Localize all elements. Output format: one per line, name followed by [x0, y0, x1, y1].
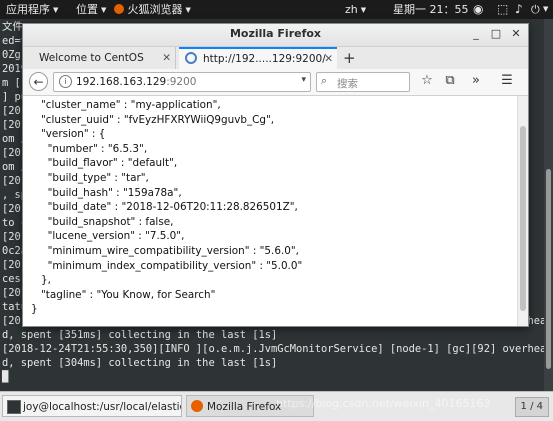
- hamburger-menu-icon[interactable]: ☰: [498, 73, 516, 88]
- url-port: :9200: [166, 76, 197, 88]
- terminal-icon: [7, 400, 21, 414]
- terminal-line: d, spent [304ms] collecting in the last …: [2, 357, 278, 369]
- tab-strip: Welcome to CentOS ✕ http://192.....129:9…: [23, 47, 528, 69]
- power-icon[interactable]: ⏻: [531, 0, 540, 19]
- minimize-icon[interactable]: _: [468, 27, 484, 40]
- clock[interactable]: 星期一 21：55: [393, 0, 469, 19]
- places-menu[interactable]: 位置 ▼: [76, 0, 106, 21]
- dropdown-arrow-icon: ▼: [101, 6, 107, 14]
- firefox-window: Mozilla Firefox _ □ ✕ Welcome to CentOS …: [22, 23, 529, 327]
- places-label: 位置: [76, 3, 98, 16]
- json-line: },: [41, 274, 51, 287]
- terminal-line: █: [2, 371, 9, 383]
- window-title: Mozilla Firefox: [229, 27, 322, 40]
- applications-label: 应用程序: [6, 3, 50, 16]
- watermark: https://blog.csdn.net/weixin_40165163: [276, 397, 491, 410]
- system-menu-arrow-icon[interactable]: ▼: [543, 0, 548, 19]
- page-scrollbar[interactable]: [517, 96, 528, 326]
- search-placeholder: 搜索: [337, 78, 358, 90]
- info-icon[interactable]: i: [59, 75, 72, 88]
- json-response-view: "cluster_name" : "my-application", "clust…: [23, 96, 518, 326]
- library-icon[interactable]: ⧉: [441, 73, 459, 88]
- search-input[interactable]: ⌕ 搜索: [316, 72, 410, 92]
- volume-icon[interactable]: ♪: [515, 0, 523, 19]
- json-line: "build_hash" : "159a78a",: [41, 186, 182, 199]
- json-line: "lucene_version" : "7.5.0",: [41, 230, 185, 243]
- tab-close-icon[interactable]: ✕: [162, 47, 171, 69]
- json-line: "tagline" : "You Know, for Search": [41, 288, 216, 301]
- applications-menu[interactable]: 应用程序 ▼: [6, 0, 58, 21]
- url-bar[interactable]: i 192.168.163.129:9200 ▾: [53, 72, 311, 92]
- navigation-toolbar: ← i 192.168.163.129:9200 ▾ ⌕ 搜索 ☆ ⧉ » ☰: [23, 69, 528, 96]
- dropdown-arrow-icon: ▼: [53, 6, 59, 14]
- overflow-menu-icon[interactable]: »: [467, 73, 485, 88]
- firefox-icon: [114, 4, 124, 14]
- task-label: joy@localhost:/usr/local/elasticsear...: [23, 401, 181, 413]
- url-text: 192.168.163.129:9200: [76, 76, 196, 88]
- bookmark-star-icon[interactable]: ☆: [418, 73, 436, 88]
- tab-welcome-centos[interactable]: Welcome to CentOS ✕: [27, 47, 176, 69]
- json-line: "build_type" : "tar",: [41, 172, 149, 184]
- terminal-line: [2018-12-24T21:55:30,350][INFO ][o.e.m.j…: [2, 343, 547, 355]
- json-line: "build_flavor" : "default",: [41, 157, 178, 170]
- terminal-scrollbar[interactable]: [544, 19, 553, 391]
- close-icon[interactable]: ✕: [508, 27, 524, 40]
- tab-close-icon[interactable]: ✕: [324, 49, 333, 69]
- terminal-line: 文件: [2, 21, 23, 33]
- input-method-label: zh: [345, 3, 358, 16]
- input-method-indicator[interactable]: zh ▼: [345, 0, 366, 21]
- dropdown-arrow-icon: ▼: [360, 6, 367, 14]
- window-titlebar[interactable]: Mozilla Firefox _ □ ✕: [23, 24, 528, 47]
- search-icon: ⌕: [321, 74, 328, 87]
- loading-icon: [185, 52, 197, 64]
- accessibility-icon[interactable]: ◉: [473, 0, 483, 19]
- active-app-menu[interactable]: 火狐浏览器 ▼: [114, 0, 191, 21]
- maximize-icon[interactable]: □: [488, 27, 504, 40]
- json-line: "cluster_uuid" : "fvEyzHFXRYWiiQ9guvb_Cg…: [41, 113, 275, 126]
- json-line: "minimum_index_compatibility_version" : …: [41, 259, 303, 272]
- terminal-line: d, spent [351ms] collecting in the last …: [2, 329, 278, 341]
- active-app-label: 火狐浏览器: [127, 3, 183, 16]
- url-host: 192.168.163.129: [76, 76, 167, 88]
- network-icon[interactable]: ⬚: [497, 0, 508, 19]
- workspace-pager[interactable]: 1 / 4: [514, 397, 549, 417]
- back-button[interactable]: ←: [29, 72, 48, 91]
- scrollbar-thumb[interactable]: [520, 126, 526, 311]
- scrollbar-thumb[interactable]: [546, 169, 551, 369]
- json-line: "build_date" : "2018-12-06T20:11:28.8265…: [41, 201, 298, 214]
- json-line: "minimum_wire_compatibility_version" : "…: [41, 245, 299, 257]
- json-line: "cluster_name" : "my-application",: [41, 99, 221, 111]
- dropdown-arrow-icon: ▼: [185, 6, 191, 14]
- json-line: "build_snapshot" : false,: [41, 215, 174, 228]
- json-line: "version" : {: [41, 128, 106, 141]
- json-line: }: [31, 303, 38, 316]
- tab-label: http://192.....129:9200/: [203, 53, 326, 65]
- tab-label: Welcome to CentOS: [39, 52, 144, 64]
- top-panel: 应用程序 ▼ 位置 ▼ 火狐浏览器 ▼ zh ▼ 星期一 21：55 ◉ ⬚ ♪ ⏻ ▼: [0, 0, 553, 19]
- new-tab-button[interactable]: +: [343, 47, 356, 69]
- task-terminal[interactable]: joy@localhost:/usr/local/elasticsear...: [2, 395, 182, 417]
- json-line: "number" : "6.5.3",: [41, 142, 148, 155]
- firefox-icon: [191, 400, 203, 412]
- task-label: Mozilla Firefox: [207, 401, 282, 413]
- url-dropdown-icon[interactable]: ▾: [301, 75, 306, 85]
- tab-elasticsearch[interactable]: http://192.....129:9200/ ✕: [179, 47, 337, 69]
